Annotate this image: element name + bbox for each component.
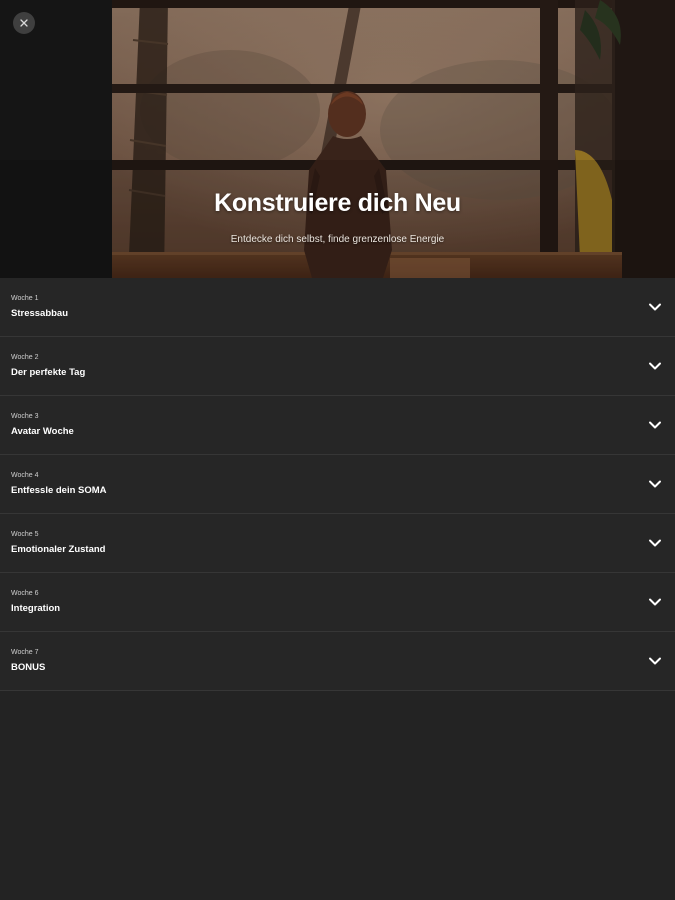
week-label: Woche 4 — [11, 472, 39, 479]
week-title: Integration — [11, 603, 61, 614]
week-label: Woche 1 — [11, 295, 39, 302]
course-page: Konstruiere dich Neu Entdecke dich selbs… — [0, 0, 675, 900]
week-item-2[interactable]: Woche 2 Der perfekte Tag — [0, 337, 675, 396]
week-label: Woche 3 — [11, 413, 39, 420]
chevron-down-icon[interactable] — [648, 597, 662, 607]
week-label: Woche 5 — [11, 531, 39, 538]
chevron-down-icon[interactable] — [648, 361, 662, 371]
week-title: Entfessle dein SOMA — [11, 485, 107, 496]
week-title: Stressabbau — [11, 308, 69, 319]
week-list: Woche 1 Stressabbau Woche 2 Der perfekte… — [0, 278, 675, 691]
week-title: Avatar Woche — [11, 426, 74, 437]
week-item-3[interactable]: Woche 3 Avatar Woche — [0, 396, 675, 455]
week-label: Woche 7 — [11, 649, 39, 656]
week-label: Woche 6 — [11, 590, 39, 597]
close-icon — [20, 19, 28, 27]
chevron-down-icon[interactable] — [648, 656, 662, 666]
week-title: Emotionaler Zustand — [11, 544, 106, 555]
week-label: Woche 2 — [11, 354, 39, 361]
chevron-down-icon[interactable] — [648, 479, 662, 489]
week-item-6[interactable]: Woche 6 Integration — [0, 573, 675, 632]
week-item-1[interactable]: Woche 1 Stressabbau — [0, 278, 675, 337]
week-title: Der perfekte Tag — [11, 367, 86, 378]
week-item-7[interactable]: Woche 7 BONUS — [0, 632, 675, 691]
chevron-down-icon[interactable] — [648, 538, 662, 548]
course-subtitle: Entdecke dich selbst, finde grenzenlose … — [230, 234, 445, 245]
course-title: Konstruiere dich Neu — [214, 189, 461, 217]
week-item-4[interactable]: Woche 4 Entfessle dein SOMA — [0, 455, 675, 514]
chevron-down-icon[interactable] — [648, 420, 662, 430]
chevron-down-icon[interactable] — [648, 302, 662, 312]
week-title: BONUS — [11, 662, 46, 673]
hero-banner: Konstruiere dich Neu Entdecke dich selbs… — [0, 0, 675, 278]
close-button[interactable] — [13, 12, 35, 34]
week-item-5[interactable]: Woche 5 Emotionaler Zustand — [0, 514, 675, 573]
